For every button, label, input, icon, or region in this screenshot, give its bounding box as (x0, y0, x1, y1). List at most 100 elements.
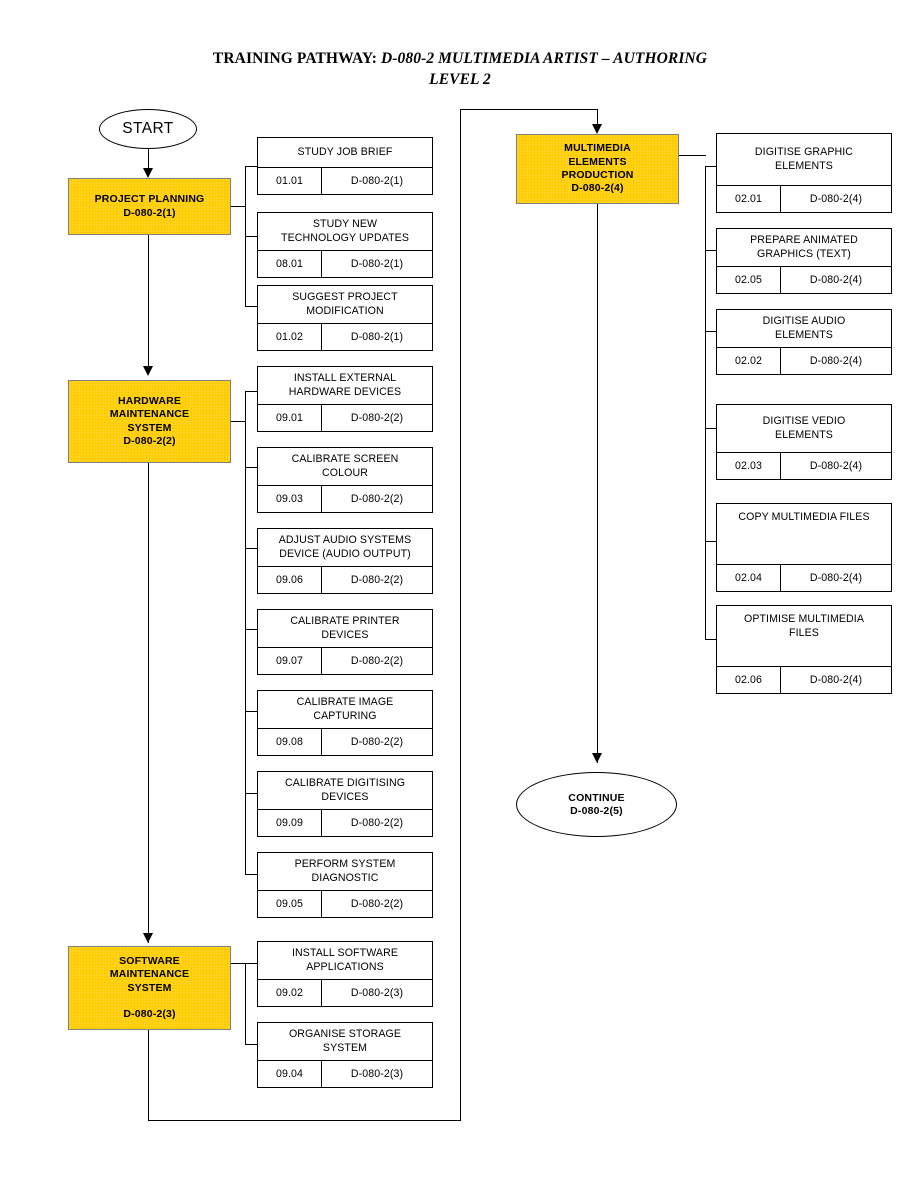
task-box[interactable]: STUDY NEW TECHNOLOGY UPDATES 08.01 D-080… (257, 212, 433, 278)
task-title-line-1: CALIBRATE SCREEN (291, 452, 399, 465)
branch-trunk-software (245, 963, 247, 1045)
branch-stub-software (231, 963, 246, 965)
task-code: 09.05 (258, 891, 322, 917)
task-title-line-2: ELEMENTS (775, 328, 833, 341)
task-row: 09.05 D-080-2(2) (258, 890, 432, 917)
task-box[interactable]: ADJUST AUDIO SYSTEMS DEVICE (AUDIO OUTPU… (257, 528, 433, 594)
task-row: 09.04 D-080-2(3) (258, 1060, 432, 1087)
module-software-code: D-080-2(3) (123, 1007, 176, 1020)
task-ref: D-080-2(2) (350, 655, 404, 667)
task-title-line-2: SYSTEM (322, 1041, 368, 1054)
task-ref: D-080-2(2) (350, 898, 404, 910)
task-code: 09.06 (258, 567, 322, 593)
branch-stub-project (231, 206, 246, 208)
task-row: 02.01 D-080-2(4) (717, 185, 891, 212)
task-code: 09.03 (258, 486, 322, 512)
arrowhead-hardware-to-software (143, 933, 153, 943)
task-ref: D-080-2(4) (809, 193, 863, 205)
task-box[interactable]: COPY MULTIMEDIA FILES 02.04 D-080-2(4) (716, 503, 892, 592)
task-code: 09.01 (258, 405, 322, 431)
task-row: 09.08 D-080-2(2) (258, 728, 432, 755)
task-title-line-1: DIGITISE GRAPHIC (754, 145, 854, 158)
module-project-planning[interactable]: PROJECT PLANNING D-080-2(1) (68, 178, 231, 235)
task-ref: D-080-2(1) (350, 258, 404, 270)
task-row: 08.01 D-080-2(1) (258, 250, 432, 277)
task-title: CALIBRATE SCREEN COLOUR (258, 448, 432, 485)
task-ref: D-080-2(2) (350, 574, 404, 586)
task-title-line-2: DEVICES (321, 790, 369, 803)
task-title-line-2: DIAGNOSTIC (311, 871, 379, 884)
task-title-line-1: SUGGEST PROJECT (292, 290, 398, 303)
task-title: DIGITISE AUDIO ELEMENTS (717, 310, 891, 347)
page-title: TRAINING PATHWAY: D-080-2 MULTIMEDIA ART… (60, 48, 860, 90)
task-box[interactable]: CALIBRATE IMAGE CAPTURING 09.08 D-080-2(… (257, 690, 433, 756)
task-ref: D-080-2(4) (809, 460, 863, 472)
task-ref: D-080-2(2) (350, 817, 404, 829)
task-title: SUGGEST PROJECT MODIFICATION (258, 286, 432, 323)
module-hardware-line-2: MAINTENANCE (109, 408, 190, 421)
task-title-line-2: ELEMENTS (775, 159, 833, 172)
module-software-line-2: MAINTENANCE (109, 968, 190, 981)
task-code: 02.04 (717, 565, 781, 591)
task-box[interactable]: INSTALL EXTERNAL HARDWARE DEVICES 09.01 … (257, 366, 433, 432)
arrowhead-into-multimedia (592, 124, 602, 134)
module-hardware-line-4: D-080-2(2) (123, 434, 176, 447)
task-title-line-2: FILES (789, 626, 819, 639)
task-box[interactable]: CALIBRATE PRINTER DEVICES 09.07 D-080-2(… (257, 609, 433, 675)
branch-stub-multimedia (679, 155, 706, 157)
task-title: STUDY JOB BRIEF (258, 138, 432, 167)
task-row: 02.03 D-080-2(4) (717, 452, 891, 479)
task-row: 02.04 D-080-2(4) (717, 564, 891, 591)
task-box[interactable]: DIGITISE GRAPHIC ELEMENTS 02.01 D-080-2(… (716, 133, 892, 213)
module-multimedia-production[interactable]: MULTIMEDIA ELEMENTS PRODUCTION D-080-2(4… (516, 134, 679, 204)
module-multimedia-line-4: D-080-2(4) (571, 182, 624, 195)
task-title: DIGITISE GRAPHIC ELEMENTS (717, 134, 891, 185)
task-box[interactable]: DIGITISE AUDIO ELEMENTS 02.02 D-080-2(4) (716, 309, 892, 375)
task-title: OPTIMISE MULTIMEDIA FILES (717, 606, 891, 666)
task-title-line-2: HARDWARE DEVICES (288, 385, 402, 398)
task-box[interactable]: PERFORM SYSTEM DIAGNOSTIC 09.05 D-080-2(… (257, 852, 433, 918)
task-box[interactable]: OPTIMISE MULTIMEDIA FILES 02.06 D-080-2(… (716, 605, 892, 694)
task-row: 01.02 D-080-2(1) (258, 323, 432, 350)
connector-project-to-hardware (148, 235, 150, 371)
task-row: 09.07 D-080-2(2) (258, 647, 432, 674)
task-ref: D-080-2(4) (809, 572, 863, 584)
module-software-maintenance[interactable]: SOFTWARE MAINTENANCE SYSTEM D-080-2(3) (68, 946, 231, 1030)
continue-line-1: CONTINUE (568, 791, 625, 804)
task-box[interactable]: ORGANISE STORAGE SYSTEM 09.04 D-080-2(3) (257, 1022, 433, 1088)
task-box[interactable]: CALIBRATE SCREEN COLOUR 09.03 D-080-2(2) (257, 447, 433, 513)
task-box[interactable]: STUDY JOB BRIEF 01.01 D-080-2(1) (257, 137, 433, 195)
task-ref: D-080-2(3) (350, 1068, 404, 1080)
task-box[interactable]: PREPARE ANIMATED GRAPHICS (TEXT) 02.05 D… (716, 228, 892, 294)
module-multimedia-line-1: MULTIMEDIA (564, 142, 631, 155)
task-title-line-1: DIGITISE VEDIO (762, 414, 846, 427)
task-ref: D-080-2(4) (809, 674, 863, 686)
task-box[interactable]: CALIBRATE DIGITISING DEVICES 09.09 D-080… (257, 771, 433, 837)
task-title-line-1: ADJUST AUDIO SYSTEMS (278, 533, 412, 546)
connector-multimedia-to-continue (597, 204, 599, 763)
task-row: 09.03 D-080-2(2) (258, 485, 432, 512)
task-box[interactable]: DIGITISE VEDIO ELEMENTS 02.03 D-080-2(4) (716, 404, 892, 480)
branch-stub-hardware (231, 421, 246, 423)
task-title-line-1: OPTIMISE MULTIMEDIA (743, 613, 864, 625)
continue-terminator-label: CONTINUE D-080-2(5) (568, 792, 624, 818)
module-hardware-maintenance[interactable]: HARDWARE MAINTENANCE SYSTEM D-080-2(2) (68, 380, 231, 463)
task-row: 01.01 D-080-2(1) (258, 167, 432, 194)
task-title-line-1: PREPARE ANIMATED (750, 233, 858, 246)
task-title-line-2: COLOUR (322, 466, 368, 479)
module-project-planning-line-2: D-080-2(1) (123, 206, 176, 219)
task-ref: D-080-2(1) (350, 175, 404, 187)
arrowhead-project-to-hardware (143, 366, 153, 376)
task-title-line-2: ELEMENTS (775, 428, 833, 441)
task-box[interactable]: SUGGEST PROJECT MODIFICATION 01.02 D-080… (257, 285, 433, 351)
task-title-line-1: COPY MULTIMEDIA FILES (738, 511, 870, 523)
task-title-line-1: CALIBRATE IMAGE (296, 695, 394, 708)
task-title-line-1: DIGITISE AUDIO (762, 314, 846, 327)
task-code: 02.06 (717, 667, 781, 693)
task-title: PERFORM SYSTEM DIAGNOSTIC (258, 853, 432, 890)
arrowhead-start-to-project (143, 168, 153, 178)
task-title-line-2: GRAPHICS (TEXT) (757, 247, 851, 260)
module-project-planning-line-1: PROJECT PLANNING (94, 193, 205, 206)
task-box[interactable]: INSTALL SOFTWARE APPLICATIONS 09.02 D-08… (257, 941, 433, 1007)
task-title: CALIBRATE PRINTER DEVICES (258, 610, 432, 647)
